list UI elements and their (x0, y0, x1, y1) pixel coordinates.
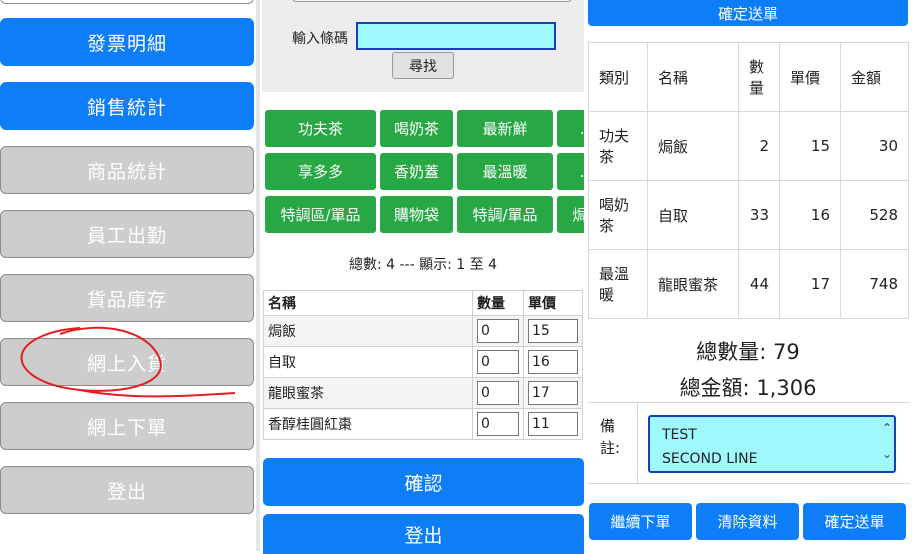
order-row: 喝奶茶 自取 33 16 528 (588, 180, 909, 250)
category-more-2[interactable]: ... (557, 153, 584, 190)
panel-divider (256, 0, 260, 551)
red-circle-annotation (20, 326, 236, 398)
order-category: 最溫暖 (588, 249, 648, 319)
continue-order-button[interactable]: 繼續下單 (589, 503, 692, 540)
col-item-name: 名稱 (647, 42, 739, 112)
order-table: 類別 名稱 數量 單價 金額 功夫茶 焗飯 2 15 30 喝奶茶 自取 33 … (588, 42, 909, 319)
order-item: 龍眼蜜茶 (647, 249, 739, 319)
col-qty: 數量 (472, 290, 524, 316)
order-amount: 528 (840, 180, 909, 250)
order-category: 功夫茶 (588, 111, 648, 181)
scroll-up-icon[interactable]: ⌃ (882, 421, 892, 435)
qty-input[interactable]: 0 (477, 412, 519, 436)
total-quantity: 總數量: 79 (696, 340, 800, 364)
product-name: 自取 (263, 346, 473, 378)
category-milk-cap[interactable]: 香奶蓋 (380, 153, 453, 190)
scroll-down-icon[interactable]: ⌄ (882, 447, 892, 461)
order-qty: 44 (738, 249, 780, 319)
qty-input[interactable]: 0 (477, 350, 519, 374)
col-amount: 金額 (840, 42, 909, 112)
order-header-row: 類別 名稱 數量 單價 金額 (588, 42, 909, 112)
barcode-label: 輸入條碼 (292, 31, 348, 47)
product-name: 龍眼蜜茶 (263, 377, 473, 409)
col-price: 單價 (523, 290, 583, 316)
order-item: 焗飯 (647, 111, 739, 181)
category-more-1[interactable]: ... (557, 110, 584, 147)
nav-invoice-details[interactable]: 發票明細 (0, 18, 254, 66)
category-special-single[interactable]: 特調區/單品 (265, 196, 376, 233)
order-price: 17 (779, 249, 841, 319)
col-unit-price: 單價 (779, 42, 841, 112)
order-row: 功夫茶 焗飯 2 15 30 (588, 111, 909, 181)
remark-line-2: SECOND LINE (662, 451, 758, 467)
search-button[interactable]: 尋找 (392, 52, 454, 79)
category-share-more[interactable]: 享多多 (265, 153, 376, 190)
order-row: 最溫暖 龍眼蜜茶 44 17 748 (588, 249, 909, 319)
nav-inventory[interactable]: 貨品庫存 (0, 274, 254, 322)
category-special-single-2[interactable]: 特調/單品 (457, 196, 553, 233)
category-more-3[interactable]: 焗... (557, 196, 584, 233)
product-name: 香醇桂圓紅棗 (263, 408, 473, 440)
order-qty: 33 (738, 180, 780, 250)
order-price: 16 (779, 180, 841, 250)
remark-section: 備註: TEST SECOND LINE ⌃ ⌄ (588, 402, 910, 484)
table-header-row: 名稱 數量 單價 (263, 290, 583, 316)
category-warmest[interactable]: 最溫暖 (457, 153, 553, 190)
category-shopping-bag[interactable]: 購物袋 (380, 196, 453, 233)
remark-line-1: TEST (662, 427, 697, 443)
order-price: 15 (779, 111, 841, 181)
price-input[interactable]: 15 (528, 319, 578, 343)
order-category: 喝奶茶 (588, 180, 648, 250)
table-row: 龍眼蜜茶 0 17 (263, 377, 583, 409)
nav-staff-attendance[interactable]: 員工出勤 (0, 210, 254, 258)
category-kungfu-tea[interactable]: 功夫茶 (265, 110, 376, 147)
left-nav: 發票明細 銷售統計 商品統計 員工出勤 貨品庫存 網上入貨 網上下單 登出 (0, 0, 258, 551)
clear-data-button[interactable]: 清除資料 (696, 503, 799, 540)
total-amount: 總金額: 1,306 (679, 376, 817, 400)
product-name: 焗飯 (263, 315, 473, 347)
product-table: 名稱 數量 單價 焗飯 0 15 自取 0 16 龍眼蜜茶 0 17 香醇桂圓紅… (263, 290, 583, 440)
price-input[interactable]: 17 (528, 381, 578, 405)
table-row: 焗飯 0 15 (263, 315, 583, 347)
remark-textarea[interactable]: TEST SECOND LINE ⌃ ⌄ (648, 415, 896, 473)
remark-label: 備註: (600, 417, 621, 457)
col-order-qty: 數量 (738, 42, 780, 112)
order-qty: 2 (738, 111, 780, 181)
logout-button[interactable]: 登出 (263, 514, 584, 554)
price-input[interactable]: 11 (528, 412, 578, 436)
category-grid: 功夫茶 喝奶茶 最新鮮 ... 享多多 香奶蓋 最溫暖 ... 特調區/單品 購… (265, 110, 584, 234)
submit-order-button[interactable]: 確定送單 (803, 503, 906, 540)
category-freshest[interactable]: 最新鮮 (457, 110, 553, 147)
confirm-button[interactable]: 確認 (263, 458, 584, 506)
order-amount: 748 (840, 249, 909, 319)
qty-input[interactable]: 0 (477, 319, 519, 343)
search-panel: 輸入條碼 尋找 (262, 0, 584, 92)
qty-input[interactable]: 0 (477, 381, 519, 405)
col-name: 名稱 (263, 290, 473, 316)
nav-top-remnant (0, 0, 254, 4)
price-input[interactable]: 16 (528, 350, 578, 374)
summary-text: 總數: 4 --- 顯示: 1 至 4 (348, 257, 497, 273)
table-row: 自取 0 16 (263, 346, 583, 378)
submit-order-top-button[interactable]: 確定送單 (588, 0, 908, 26)
nav-logout[interactable]: 登出 (0, 466, 254, 514)
category-milk-tea[interactable]: 喝奶茶 (380, 110, 453, 147)
top-button-remnant (292, 0, 572, 2)
table-row: 香醇桂圓紅棗 0 11 (263, 408, 583, 440)
col-category: 類別 (588, 42, 648, 112)
nav-sales-stats[interactable]: 銷售統計 (0, 82, 254, 130)
order-item: 自取 (647, 180, 739, 250)
order-amount: 30 (840, 111, 909, 181)
barcode-input[interactable] (356, 22, 556, 50)
nav-product-stats[interactable]: 商品統計 (0, 146, 254, 194)
